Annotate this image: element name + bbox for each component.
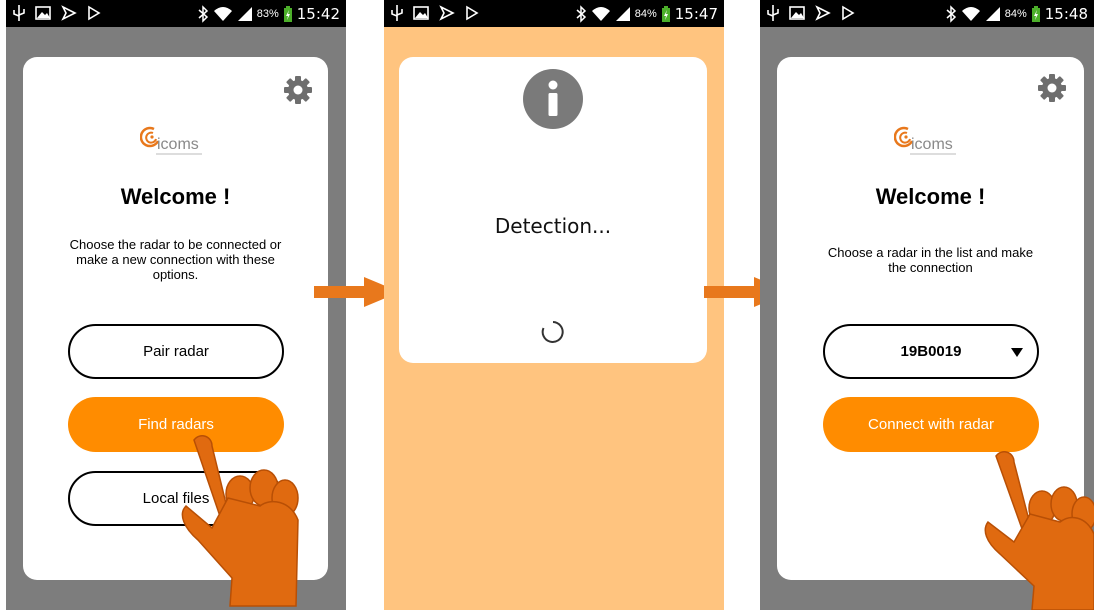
detection-text: Detection... [494, 214, 612, 238]
notification-icons [390, 4, 480, 22]
logo-text: icoms [157, 136, 199, 153]
play-icon [88, 5, 101, 21]
wifi-icon [213, 6, 232, 21]
phone-screen-connect: 84% 15:48 icoms Welcome ! Choose a radar… [760, 0, 1094, 610]
play-icon [842, 5, 855, 21]
dropdown-arrow-icon [1011, 348, 1023, 357]
pair-radar-button[interactable]: Pair radar [68, 324, 284, 379]
spinner-icon [541, 321, 564, 343]
image-icon [35, 6, 51, 20]
wifi-icon [961, 6, 980, 21]
signal-icon [615, 6, 630, 21]
instructions-line: Choose a radar in the list and make [827, 245, 1034, 260]
battery-percent: 83% [256, 7, 279, 20]
system-icons: 83% 15:42 [197, 3, 340, 24]
icoms-logo: icoms [894, 126, 956, 155]
usb-icon [391, 5, 403, 21]
status-bar: 84% 15:48 [760, 0, 1094, 27]
connect-with-radar-button[interactable]: Connect with radar [823, 397, 1039, 452]
radar-select[interactable]: 19B0019 [823, 324, 1039, 379]
play-icon [466, 5, 479, 21]
clock: 15:42 [296, 4, 340, 23]
info-icon [523, 69, 583, 129]
battery-percent: 84% [634, 7, 657, 20]
clock: 15:48 [1044, 4, 1088, 23]
clock: 15:47 [674, 4, 718, 23]
image-icon [413, 6, 429, 20]
instructions: Choose a radar in the list and make the … [787, 245, 1074, 275]
cast-icon [439, 5, 455, 21]
cast-icon [815, 5, 831, 21]
logo-text: icoms [911, 136, 953, 153]
battery-icon [283, 5, 292, 22]
cast-icon [61, 5, 77, 21]
bluetooth-icon [946, 4, 956, 23]
bluetooth-icon [198, 4, 208, 23]
battery-icon [661, 5, 670, 22]
gear-icon[interactable] [283, 75, 313, 105]
welcome-title: Welcome ! [875, 184, 986, 209]
signal-icon [237, 6, 252, 21]
instructions-line: the connection [888, 260, 973, 275]
notification-icons [12, 4, 102, 22]
pointing-hand-icon [984, 451, 1094, 610]
status-bar: 83% 15:42 [6, 0, 346, 27]
instructions-line: options. [152, 267, 199, 282]
icoms-logo: icoms [140, 126, 202, 155]
system-icons: 84% 15:47 [575, 3, 718, 24]
battery-percent: 84% [1004, 7, 1027, 20]
instructions-line: make a new connection with these [76, 252, 275, 267]
pointing-hand-icon [181, 435, 299, 607]
instructions: Choose the radar to be connected or make… [33, 237, 318, 282]
battery-icon [1031, 5, 1040, 22]
phone-screen-detection: 84% 15:47 Detection... [384, 0, 724, 610]
signal-icon [985, 6, 1000, 21]
bluetooth-icon [576, 4, 586, 23]
image-icon [789, 6, 805, 20]
gear-icon[interactable] [1037, 73, 1067, 103]
usb-icon [767, 5, 779, 21]
detection-dialog: Detection... [399, 57, 707, 363]
phone-screen-welcome: 83% 15:42 icoms Welcome ! Choose the rad… [6, 0, 346, 610]
radar-select-value: 19B0019 [900, 343, 962, 360]
wifi-icon [591, 6, 610, 21]
status-bar: 84% 15:47 [384, 0, 724, 27]
instructions-line: Choose the radar to be connected or [69, 237, 282, 252]
system-icons: 84% 15:48 [945, 3, 1088, 24]
welcome-title: Welcome ! [120, 184, 231, 209]
usb-icon [13, 5, 25, 21]
notification-icons [766, 4, 856, 22]
